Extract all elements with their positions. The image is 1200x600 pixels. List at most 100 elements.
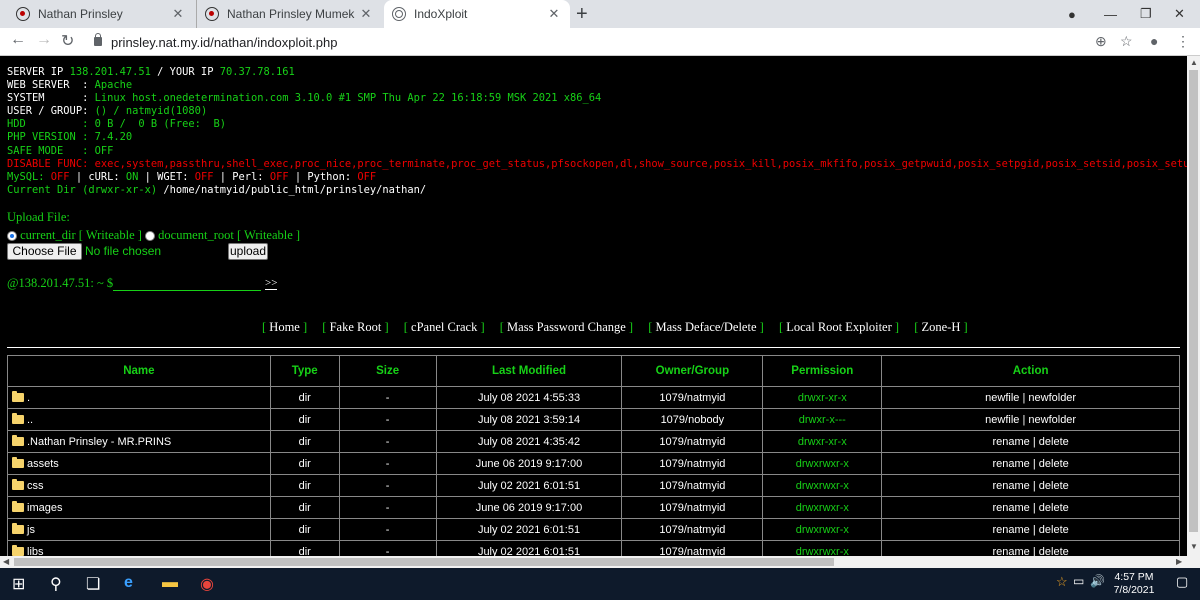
tab-nathan-prinsley-mumek[interactable]: Nathan Prinsley Mumek | Websit ✕ bbox=[196, 0, 382, 28]
column-header-size: Size bbox=[338, 355, 437, 387]
task-view-icon[interactable]: ❏ bbox=[86, 574, 100, 594]
radio-document-root[interactable] bbox=[145, 231, 156, 242]
action-link-primary[interactable]: rename bbox=[992, 436, 1029, 448]
menu-item-fake-root[interactable]: [ Fake Root ] bbox=[322, 320, 388, 334]
network-icon[interactable]: ▭ bbox=[1073, 574, 1084, 588]
horizontal-scrollbar[interactable]: ◀ ▶ bbox=[0, 556, 1187, 568]
windows-start-icon[interactable]: ⊞ bbox=[12, 574, 25, 594]
notification-star-icon[interactable]: ☆ bbox=[1056, 574, 1068, 590]
scrollbar-thumb[interactable] bbox=[1189, 70, 1198, 532]
profile-icon[interactable]: ● bbox=[1150, 33, 1158, 49]
cell-type: dir bbox=[269, 430, 340, 453]
internet-explorer-icon[interactable]: e bbox=[124, 574, 133, 592]
file-name-link[interactable]: .Nathan Prinsley - MR.PRINS bbox=[27, 436, 171, 448]
cell-action: newfile | newfolder bbox=[881, 408, 1180, 431]
folder-icon bbox=[12, 500, 24, 512]
cell-name[interactable]: .. bbox=[7, 408, 271, 431]
scroll-right-icon[interactable]: ▶ bbox=[1176, 557, 1182, 566]
action-link-primary[interactable]: newfile bbox=[985, 392, 1019, 404]
current-dir-path[interactable]: /home/natmyid/public_html/prinsley/natha… bbox=[163, 184, 426, 196]
scroll-down-icon[interactable]: ▼ bbox=[1190, 542, 1198, 551]
php-version: 7.4.20 bbox=[94, 131, 133, 144]
file-name-link[interactable]: .. bbox=[27, 414, 33, 426]
close-icon[interactable]: ✕ bbox=[170, 6, 186, 22]
action-link-primary[interactable]: rename bbox=[992, 458, 1029, 470]
scrollbar-thumb[interactable] bbox=[14, 558, 834, 566]
cell-permission[interactable]: drwxrwxr-x bbox=[762, 474, 883, 497]
cell-permission[interactable]: drwxr-x--- bbox=[762, 408, 883, 431]
upload-button[interactable]: upload bbox=[228, 243, 268, 260]
cell-name[interactable]: css bbox=[7, 474, 271, 497]
table-row: .Nathan Prinsley - MR.PRINS dir - July 08 2… bbox=[7, 430, 1180, 453]
zoom-icon[interactable]: ⊕ bbox=[1095, 33, 1107, 50]
file-name-link[interactable]: assets bbox=[27, 458, 59, 470]
close-icon[interactable]: ✕ bbox=[358, 6, 374, 22]
new-tab-button[interactable]: + bbox=[576, 3, 588, 26]
file-name-link[interactable]: js bbox=[27, 524, 35, 536]
cell-permission[interactable]: drwxr-xr-x bbox=[762, 386, 883, 409]
menu-item-home[interactable]: [ Home ] bbox=[262, 320, 307, 334]
address-bar[interactable]: prinsley.nat.my.id/nathan/indoxploit.php bbox=[111, 35, 337, 50]
radio-current-dir[interactable] bbox=[7, 231, 17, 242]
action-link-primary[interactable]: rename bbox=[992, 524, 1029, 536]
action-center-icon[interactable]: ▢ bbox=[1176, 574, 1188, 590]
curl-label: | cURL: bbox=[69, 170, 126, 183]
action-link-secondary[interactable]: delete bbox=[1039, 524, 1069, 536]
cell-owner-group: 1079/natmyid bbox=[621, 430, 764, 453]
action-link-primary[interactable]: rename bbox=[992, 502, 1029, 514]
file-name-link[interactable]: images bbox=[27, 502, 62, 514]
profile-indicator-icon[interactable]: ● bbox=[1068, 0, 1076, 28]
file-name-link[interactable]: . bbox=[27, 392, 30, 404]
cell-permission[interactable]: drwxrwxr-x bbox=[762, 452, 883, 475]
menu-item-mass-password-change[interactable]: [ Mass Password Change ] bbox=[500, 320, 633, 334]
bookmark-star-icon[interactable]: ☆ bbox=[1120, 33, 1133, 50]
action-link-secondary[interactable]: delete bbox=[1039, 480, 1069, 492]
cell-name[interactable]: js bbox=[7, 518, 271, 541]
menu-item-cpanel-crack[interactable]: [ cPanel Crack ] bbox=[404, 320, 485, 334]
action-link-secondary[interactable]: delete bbox=[1039, 436, 1069, 448]
cell-name[interactable]: .Nathan Prinsley - MR.PRINS bbox=[7, 430, 271, 453]
radio-document-root-label: document_root [ Writeable ] bbox=[158, 228, 301, 242]
table-row: assets dir - June 06 2019 9:17:00 1079/natmy… bbox=[7, 452, 1180, 475]
choose-file-button[interactable]: Choose File bbox=[7, 243, 82, 260]
tab-indoxploit[interactable]: IndoXploit ✕ bbox=[384, 0, 570, 28]
action-link-secondary[interactable]: delete bbox=[1039, 458, 1069, 470]
file-explorer-icon[interactable]: ▬ bbox=[162, 574, 178, 592]
scroll-up-icon[interactable]: ▲ bbox=[1190, 58, 1198, 67]
globe-icon bbox=[392, 7, 406, 21]
cell-name[interactable]: assets bbox=[7, 452, 271, 475]
action-link-secondary[interactable]: newfolder bbox=[1028, 392, 1076, 404]
cell-permission[interactable]: drwxr-xr-x bbox=[762, 430, 883, 453]
menu-item-zone-h[interactable]: [ Zone-H ] bbox=[914, 320, 967, 334]
chrome-icon[interactable]: ◉ bbox=[200, 574, 214, 594]
cell-name[interactable]: . bbox=[7, 386, 271, 409]
menu-item-local-root-exploiter[interactable]: [ Local Root Exploiter ] bbox=[779, 320, 899, 334]
command-input[interactable] bbox=[113, 290, 261, 291]
action-link-primary[interactable]: newfile bbox=[985, 414, 1019, 426]
close-icon[interactable]: ✕ bbox=[546, 6, 562, 22]
cell-name[interactable]: images bbox=[7, 496, 271, 519]
window-close-icon[interactable]: ✕ bbox=[1174, 0, 1185, 28]
volume-icon[interactable]: 🔊 bbox=[1090, 574, 1105, 588]
maximize-icon[interactable]: ❐ bbox=[1140, 0, 1152, 28]
cell-permission[interactable]: drwxrwxr-x bbox=[762, 496, 883, 519]
search-icon[interactable]: ⚲ bbox=[50, 574, 62, 594]
lock-icon[interactable] bbox=[94, 33, 102, 46]
action-link-secondary[interactable]: newfolder bbox=[1028, 414, 1076, 426]
cell-permission[interactable]: drwxrwxr-x bbox=[762, 518, 883, 541]
forward-icon[interactable]: → bbox=[36, 31, 52, 49]
action-link-primary[interactable]: rename bbox=[992, 480, 1029, 492]
execute-button[interactable]: >> bbox=[265, 277, 278, 290]
cell-owner-group: 1079/natmyid bbox=[621, 518, 764, 541]
menu-kebab-icon[interactable]: ⋮ bbox=[1176, 33, 1190, 50]
menu-item-mass-deface-delete[interactable]: [ Mass Deface/Delete ] bbox=[648, 320, 764, 334]
back-icon[interactable]: ← bbox=[10, 31, 26, 49]
minimize-icon[interactable]: — bbox=[1104, 0, 1117, 28]
scroll-left-icon[interactable]: ◀ bbox=[3, 557, 9, 566]
reload-icon[interactable]: ↻ bbox=[61, 31, 74, 51]
taskbar-clock[interactable]: 4:57 PM 7/8/2021 bbox=[1108, 571, 1160, 597]
file-name-link[interactable]: css bbox=[27, 480, 44, 492]
vertical-scrollbar[interactable]: ▲ ▼ bbox=[1187, 56, 1200, 568]
tab-nathan-prinsley[interactable]: Nathan Prinsley ✕ bbox=[8, 0, 194, 28]
action-link-secondary[interactable]: delete bbox=[1039, 502, 1069, 514]
